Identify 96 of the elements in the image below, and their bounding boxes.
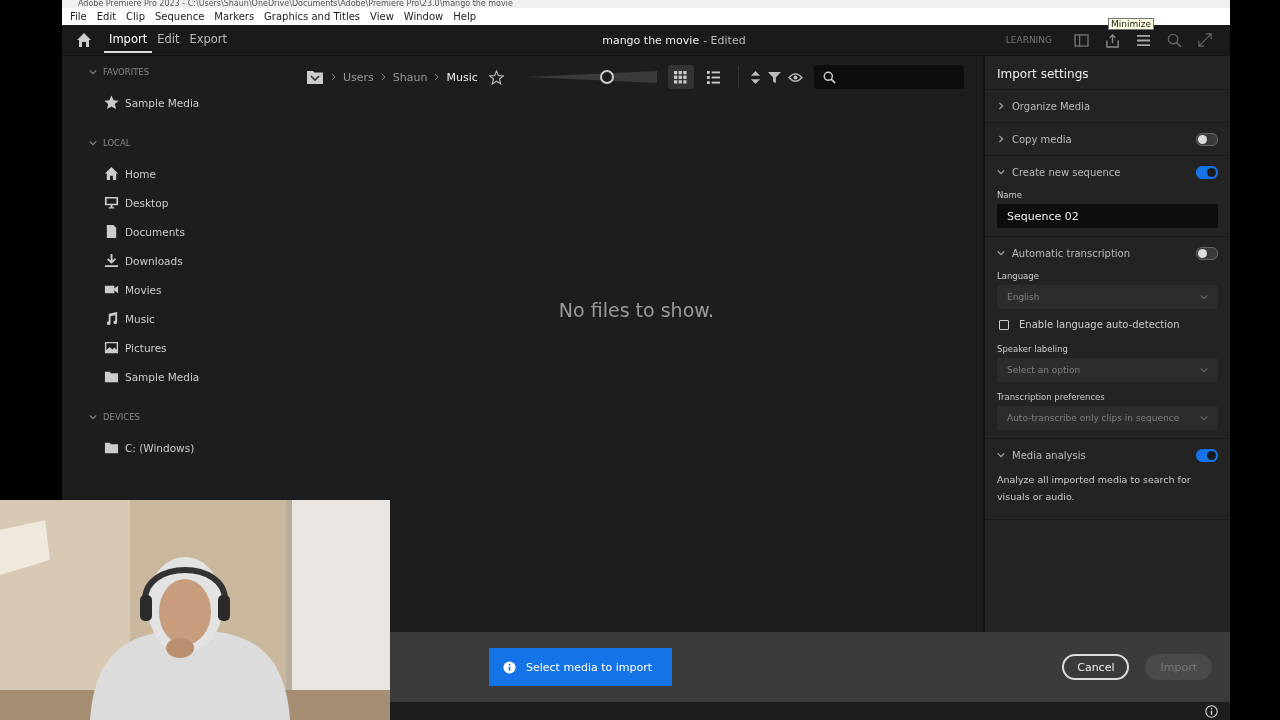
field-label: Name bbox=[997, 190, 1024, 200]
panel-title: Import settings bbox=[985, 56, 1230, 90]
workspace-tab[interactable]: Import bbox=[104, 27, 153, 53]
breadcrumb-item[interactable]: Music bbox=[446, 70, 478, 84]
menu-item[interactable]: Sequence bbox=[150, 11, 210, 22]
breadcrumb-item[interactable]: Shaun bbox=[392, 70, 428, 84]
chevron-icon[interactable] bbox=[997, 168, 1005, 176]
section-title[interactable]: Automatic transcription bbox=[1012, 247, 1189, 259]
chevron-icon[interactable] bbox=[997, 135, 1005, 143]
field-label: Transcription preferences bbox=[997, 392, 1106, 402]
star-icon[interactable] bbox=[488, 69, 504, 85]
folder-icon bbox=[104, 369, 119, 384]
toggle-switch[interactable] bbox=[1196, 246, 1218, 260]
menu-item[interactable]: Help bbox=[448, 11, 482, 22]
chevron-icon[interactable] bbox=[89, 413, 97, 421]
menu-icon[interactable] bbox=[1136, 33, 1151, 47]
grid-view-button[interactable] bbox=[667, 65, 694, 89]
tooltip: Minimize bbox=[1108, 18, 1154, 30]
checkbox[interactable] bbox=[999, 319, 1009, 330]
sidebar-item[interactable]: Sample Media bbox=[62, 362, 200, 391]
home-icon[interactable] bbox=[76, 32, 92, 48]
star-icon bbox=[104, 95, 119, 110]
menu-item[interactable]: Window bbox=[398, 11, 449, 22]
empty-message: No files to show. bbox=[558, 299, 715, 321]
sidebar-item[interactable]: Movies bbox=[62, 275, 162, 304]
section-title[interactable]: Create new sequence bbox=[1012, 166, 1189, 178]
chevron-icon[interactable] bbox=[997, 451, 1005, 459]
project-status: - Edited bbox=[703, 33, 746, 47]
chevron-icon[interactable] bbox=[997, 249, 1005, 257]
menu-item[interactable]: Edit bbox=[91, 11, 122, 22]
menu-item[interactable]: Graphics and Titles bbox=[259, 11, 366, 22]
sidebar-item[interactable]: Pictures bbox=[62, 333, 167, 362]
menu-item[interactable]: Markers bbox=[209, 11, 260, 22]
search-icon bbox=[822, 70, 836, 84]
sidebar-item[interactable]: Documents bbox=[62, 217, 185, 246]
menu-item[interactable]: Clip bbox=[121, 11, 150, 22]
chevron-icon bbox=[1200, 293, 1208, 301]
cancel-button[interactable]: Cancel bbox=[1062, 654, 1130, 680]
grid-icon bbox=[674, 70, 688, 84]
project-title: mango the movie bbox=[602, 33, 700, 47]
learning-tab[interactable]: LEARNING bbox=[1005, 35, 1052, 45]
name-field[interactable]: Sequence 02 bbox=[997, 204, 1218, 228]
toggle-switch[interactable] bbox=[1196, 165, 1218, 179]
section-title: DEVICES bbox=[103, 412, 140, 422]
sidebar-item[interactable]: Sample Media bbox=[62, 88, 200, 117]
section-title: FAVORITES bbox=[103, 67, 150, 77]
checkbox-label: Enable language auto-detection bbox=[1019, 319, 1180, 330]
search-field[interactable] bbox=[813, 65, 964, 89]
filter-icon[interactable] bbox=[767, 70, 781, 84]
sort-icon[interactable] bbox=[749, 69, 761, 85]
sidebar-item[interactable]: Home bbox=[62, 159, 156, 188]
section-description: Analyze all imported media to search for visuals or audio. bbox=[996, 473, 1192, 504]
sidebar-item[interactable]: Music bbox=[62, 304, 155, 333]
document-icon bbox=[104, 224, 119, 239]
download-icon bbox=[104, 253, 119, 268]
desktop-icon bbox=[104, 195, 119, 210]
toggle-switch[interactable] bbox=[1196, 132, 1218, 146]
chevron-icon bbox=[380, 73, 386, 81]
chevron-icon bbox=[434, 73, 440, 81]
sidebar-item[interactable]: Desktop bbox=[62, 188, 169, 217]
chevron-icon bbox=[331, 73, 336, 81]
section-title: LOCAL bbox=[103, 138, 131, 148]
search-icon[interactable] bbox=[1167, 32, 1182, 48]
section-title[interactable]: Organize Media bbox=[1012, 100, 1218, 112]
eye-icon[interactable] bbox=[787, 71, 803, 83]
expand-icon[interactable] bbox=[1198, 33, 1212, 47]
home-icon bbox=[104, 166, 119, 181]
info-icon bbox=[503, 660, 516, 674]
window-title: Adobe Premiere Pro 2023 - C:\Users\Shaun\OneDrive\Documents\Adobe\Premiere Pro\23.0\mango the movie bbox=[77, 0, 513, 8]
share-icon[interactable] bbox=[1105, 32, 1120, 48]
info-toast: Select media to import bbox=[489, 648, 673, 686]
info-icon[interactable] bbox=[1205, 704, 1218, 718]
workspace-tab[interactable]: Export bbox=[184, 27, 233, 53]
menu-item[interactable]: File bbox=[65, 11, 92, 22]
folder-icon[interactable] bbox=[306, 69, 324, 85]
picture-icon bbox=[104, 340, 119, 355]
chevron-icon[interactable] bbox=[89, 139, 97, 147]
music-icon bbox=[104, 311, 119, 326]
sidebar-item[interactable]: C: (Windows) bbox=[62, 433, 195, 462]
field-label: Speaker labeling bbox=[997, 344, 1069, 354]
menu-item[interactable]: View bbox=[365, 11, 399, 22]
chevron-icon[interactable] bbox=[997, 102, 1005, 110]
chevron-icon bbox=[1200, 414, 1208, 422]
section-title[interactable]: Media analysis bbox=[1012, 449, 1189, 461]
toggle-switch[interactable] bbox=[1196, 448, 1218, 462]
list-icon bbox=[707, 70, 721, 84]
workspace-tab[interactable]: Edit bbox=[152, 27, 185, 53]
section-title[interactable]: Copy media bbox=[1012, 133, 1189, 145]
chevron-icon bbox=[1200, 366, 1208, 374]
folder-icon bbox=[104, 440, 119, 455]
field-label: Language bbox=[997, 271, 1040, 281]
sidebar-item[interactable]: Downloads bbox=[62, 246, 183, 275]
slider-thumb[interactable] bbox=[600, 70, 615, 84]
panel-icon[interactable] bbox=[1074, 33, 1089, 47]
chevron-icon[interactable] bbox=[89, 68, 97, 76]
breadcrumb-item[interactable]: Users bbox=[343, 70, 374, 84]
